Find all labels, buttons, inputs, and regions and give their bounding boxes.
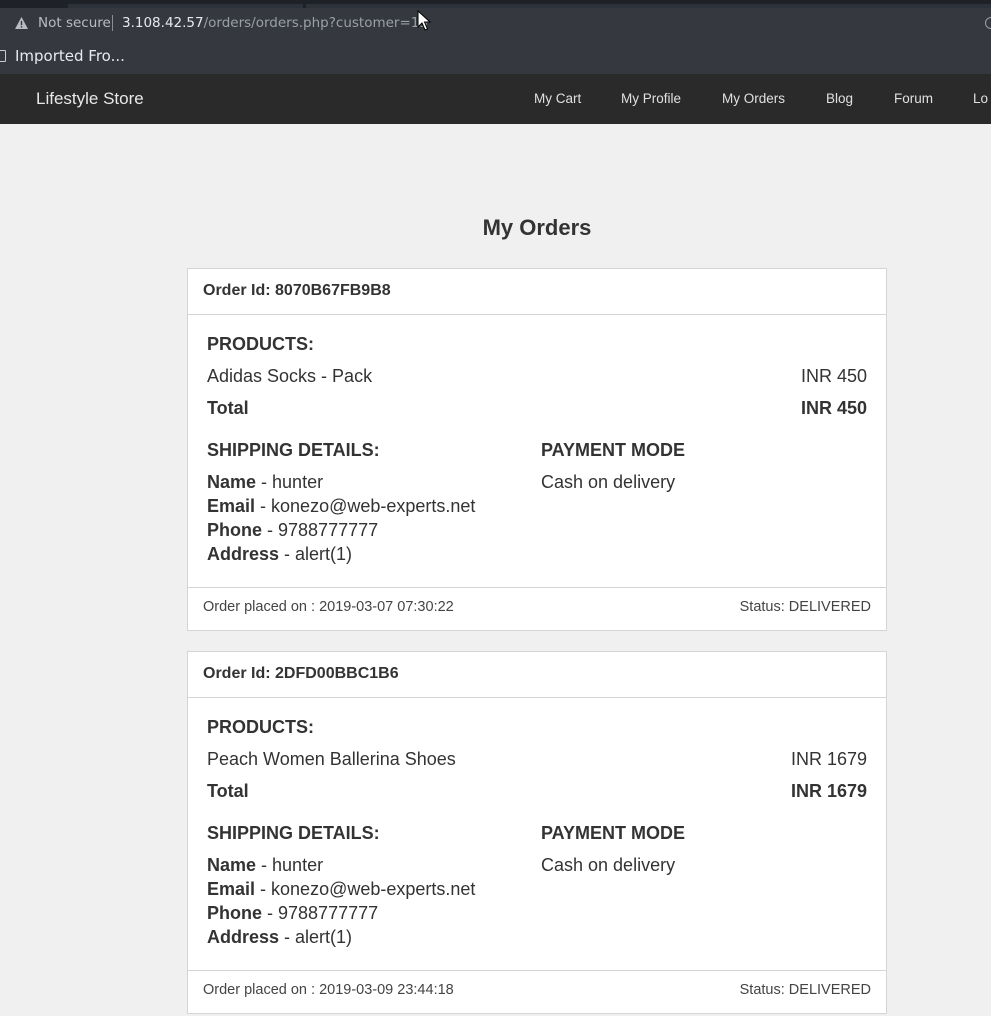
order-id-label: Order Id: bbox=[203, 665, 271, 682]
phone-value: 9788777777 bbox=[278, 520, 379, 540]
payment-heading: PAYMENT MODE bbox=[541, 823, 686, 843]
email-label: Email bbox=[207, 496, 256, 516]
product-name: Peach Women Ballerina Shoes bbox=[207, 749, 456, 769]
nav-my-cart[interactable]: My Cart bbox=[534, 91, 581, 106]
order-body: PRODUCTS: Peach Women Ballerina Shoes IN… bbox=[188, 698, 886, 971]
order-status: Status: DELIVERED bbox=[740, 982, 871, 998]
shipping-name: Name - hunter bbox=[207, 472, 324, 492]
shipping-phone: Phone - 9788777777 bbox=[207, 903, 379, 923]
shipping-address: Address - alert(1) bbox=[207, 927, 353, 947]
url-host: 3.108.42.57 bbox=[122, 15, 204, 31]
nav-blog[interactable]: Blog bbox=[826, 91, 853, 106]
payment-heading: PAYMENT MODE bbox=[541, 440, 686, 460]
order-id-value: 2DFD00BBC1B6 bbox=[275, 665, 399, 682]
products-heading: PRODUCTS: bbox=[207, 334, 314, 354]
address-value: alert(1) bbox=[295, 927, 353, 947]
email-label: Email bbox=[207, 879, 256, 899]
name-label: Name bbox=[207, 472, 257, 492]
payment-mode: Cash on delivery bbox=[541, 472, 676, 492]
order-footer: Order placed on : 2019-03-09 23:44:18 St… bbox=[188, 971, 886, 1013]
name-value: hunter bbox=[272, 472, 324, 492]
product-name: Adidas Socks - Pack bbox=[207, 366, 373, 386]
order-card: Order Id: 2DFD00BBC1B6 PRODUCTS: Peach W… bbox=[187, 651, 887, 1014]
name-value: hunter bbox=[272, 855, 324, 875]
total-label: Total bbox=[207, 398, 249, 418]
nav-my-profile[interactable]: My Profile bbox=[621, 91, 681, 106]
order-body: PRODUCTS: Adidas Socks - Pack INR 450 To… bbox=[188, 315, 886, 588]
site-navbar: Lifestyle Store My Cart My Profile My Or… bbox=[0, 74, 991, 124]
bookmark-folder-icon[interactable] bbox=[0, 50, 6, 62]
url-text[interactable]: 3.108.42.57/orders/orders.php?customer=1… bbox=[122, 15, 428, 31]
address-label: Address bbox=[207, 927, 280, 947]
order-status: Status: DELIVERED bbox=[740, 599, 871, 615]
status-value: DELIVERED bbox=[788, 599, 871, 615]
nav-forum[interactable]: Forum bbox=[894, 91, 933, 106]
email-value: konezo@web-experts.net bbox=[271, 496, 476, 516]
bookmarks-bar: Imported Fro... bbox=[0, 38, 991, 74]
order-id-label: Order Id: bbox=[203, 282, 271, 299]
email-value: konezo@web-experts.net bbox=[271, 879, 476, 899]
order-footer: Order placed on : 2019-03-07 07:30:22 St… bbox=[188, 588, 886, 630]
shipping-email: Email - konezo@web-experts.net bbox=[207, 496, 476, 516]
mouse-cursor-icon bbox=[417, 10, 431, 31]
address-bar[interactable]: Not secure 3.108.42.57/orders/orders.php… bbox=[0, 8, 991, 38]
product-price: INR 1679 bbox=[790, 749, 867, 769]
shipping-name: Name - hunter bbox=[207, 855, 324, 875]
page-title: My Orders bbox=[482, 215, 592, 240]
total-value: INR 1679 bbox=[790, 781, 867, 801]
placed-on-value: 2019-03-09 23:44:18 bbox=[319, 982, 454, 998]
placed-on-label: Order placed on : bbox=[203, 599, 316, 615]
not-secure-label[interactable]: Not secure bbox=[38, 15, 111, 31]
phone-value: 9788777777 bbox=[278, 903, 379, 923]
browser-tab-strip bbox=[0, 0, 991, 8]
address-label: Address bbox=[207, 544, 280, 564]
shipping-heading: SHIPPING DETAILS: bbox=[207, 440, 380, 460]
status-label: Status: bbox=[739, 982, 785, 998]
product-price: INR 450 bbox=[800, 366, 867, 386]
total-value: INR 450 bbox=[800, 398, 867, 418]
order-header: Order Id: 2DFD00BBC1B6 bbox=[188, 652, 886, 698]
placed-on-value: 2019-03-07 07:30:22 bbox=[319, 599, 454, 615]
shipping-email: Email - konezo@web-experts.net bbox=[207, 879, 476, 899]
products-heading: PRODUCTS: bbox=[207, 717, 314, 737]
payment-mode: Cash on delivery bbox=[541, 855, 676, 875]
address-value: alert(1) bbox=[295, 544, 353, 564]
status-value: DELIVERED bbox=[788, 982, 871, 998]
total-label: Total bbox=[207, 781, 249, 801]
nav-my-orders[interactable]: My Orders bbox=[722, 91, 785, 106]
shipping-phone: Phone - 9788777777 bbox=[207, 520, 379, 540]
nav-logout[interactable]: Lo bbox=[973, 91, 988, 106]
shipping-heading: SHIPPING DETAILS: bbox=[207, 823, 380, 843]
site-info-icon[interactable] bbox=[985, 17, 991, 29]
order-header: Order Id: 8070B67FB9B8 bbox=[188, 269, 886, 315]
warning-icon[interactable] bbox=[15, 17, 28, 29]
order-id-value: 8070B67FB9B8 bbox=[275, 282, 391, 299]
nav-links: My Cart My Profile My Orders Blog Forum … bbox=[0, 91, 991, 111]
shipping-address: Address - alert(1) bbox=[207, 544, 353, 564]
order-card: Order Id: 8070B67FB9B8 PRODUCTS: Adidas … bbox=[187, 268, 887, 631]
bookmark-imported[interactable]: Imported Fro... bbox=[15, 47, 125, 65]
address-separator bbox=[112, 15, 113, 31]
url-path: /orders/orders.php?customer=13 bbox=[203, 15, 428, 31]
name-label: Name bbox=[207, 855, 257, 875]
placed-on-label: Order placed on : bbox=[203, 982, 316, 998]
phone-label: Phone bbox=[207, 903, 263, 923]
phone-label: Phone bbox=[207, 520, 263, 540]
status-label: Status: bbox=[739, 599, 785, 615]
